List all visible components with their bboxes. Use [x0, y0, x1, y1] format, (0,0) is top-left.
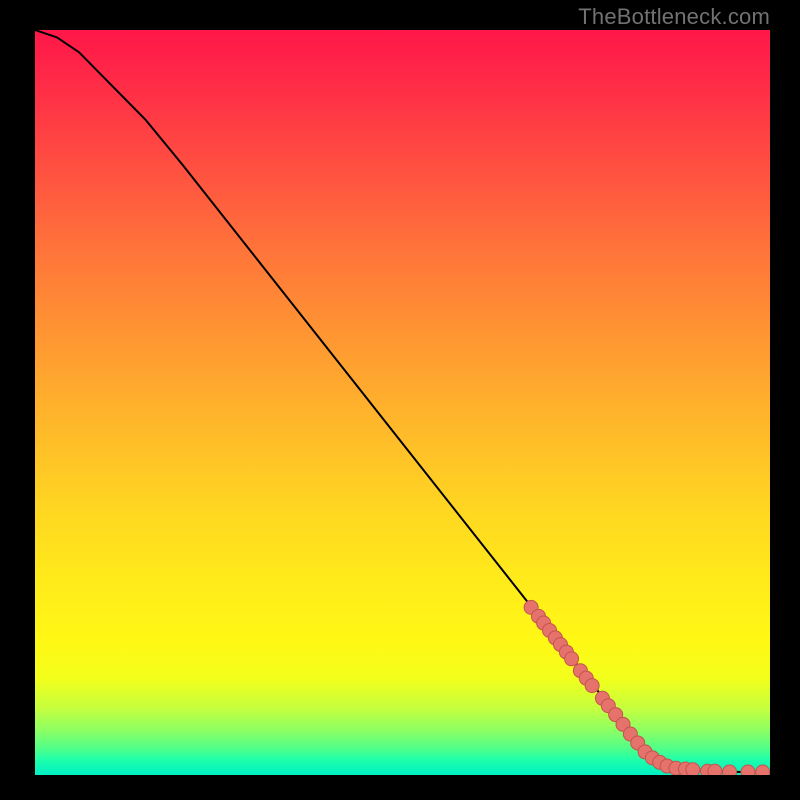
data-point: [585, 679, 599, 693]
chart-area: [35, 30, 770, 775]
bottleneck-curve: [35, 30, 770, 772]
data-point: [565, 652, 579, 666]
data-point: [741, 765, 755, 775]
data-point: [708, 764, 722, 775]
attribution-text: TheBottleneck.com: [578, 4, 770, 30]
chart-overlay-svg: [35, 30, 770, 775]
data-point: [756, 765, 770, 775]
data-point: [723, 765, 737, 775]
data-point: [686, 763, 700, 775]
